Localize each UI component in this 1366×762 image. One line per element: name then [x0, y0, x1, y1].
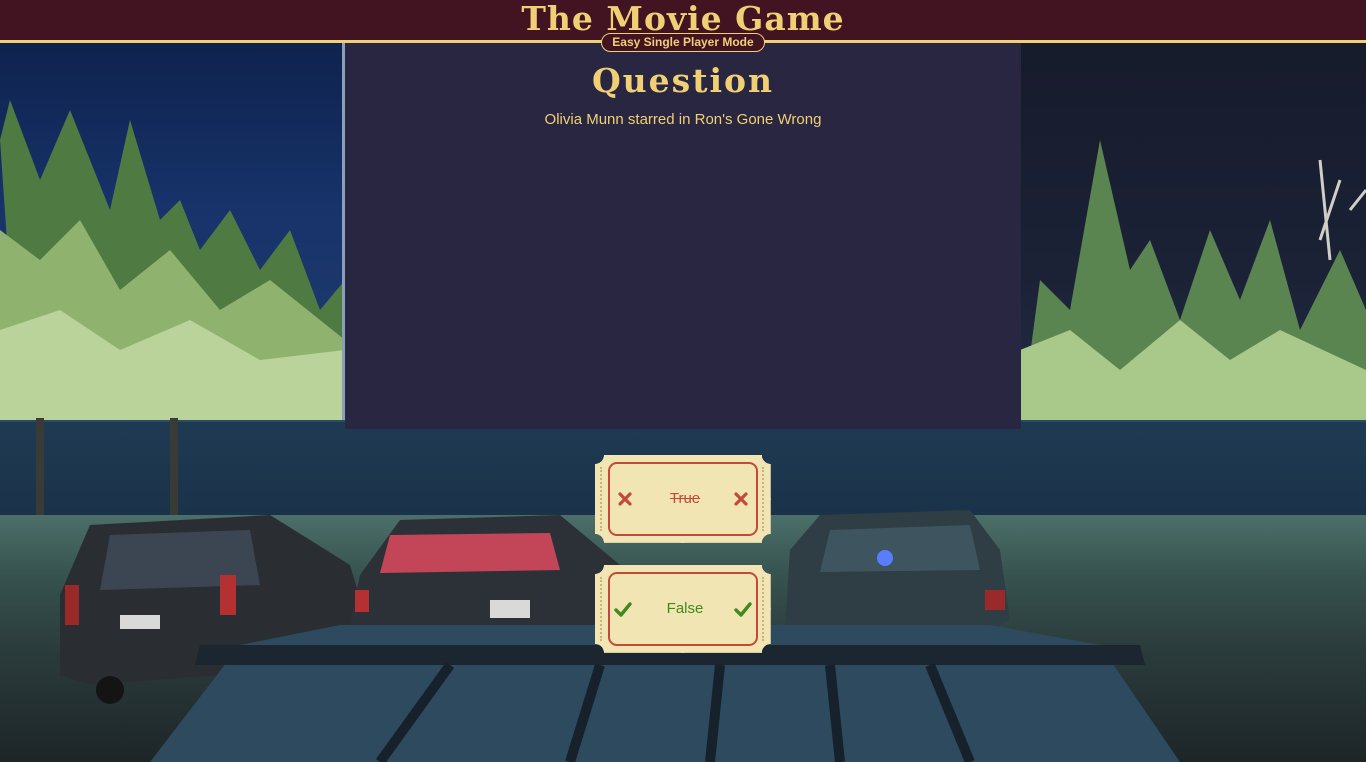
ticket-border: False	[608, 572, 758, 646]
question-heading: Question	[591, 61, 775, 100]
x-mark-icon	[732, 490, 750, 508]
check-icon	[734, 600, 752, 618]
game-mode-badge: Easy Single Player Mode	[601, 33, 765, 52]
answer-false-button[interactable]: False	[595, 565, 771, 653]
ticket-perforation	[600, 577, 604, 641]
ticket-perforation	[762, 467, 766, 531]
left-trees	[0, 100, 345, 430]
ticket-perforation	[762, 577, 766, 641]
game-page: The Movie Game Easy Single Player Mode Q…	[0, 0, 1366, 762]
answer-true-button[interactable]: True	[595, 455, 771, 543]
movie-screen-panel: Question Olivia Munn starred in Ron's Go…	[345, 43, 1021, 429]
question-text: Olivia Munn starred in Ron's Gone Wrong	[544, 111, 822, 128]
right-trees	[1020, 140, 1366, 430]
ticket-perforation	[600, 467, 604, 531]
ticket-border: True	[608, 462, 758, 536]
